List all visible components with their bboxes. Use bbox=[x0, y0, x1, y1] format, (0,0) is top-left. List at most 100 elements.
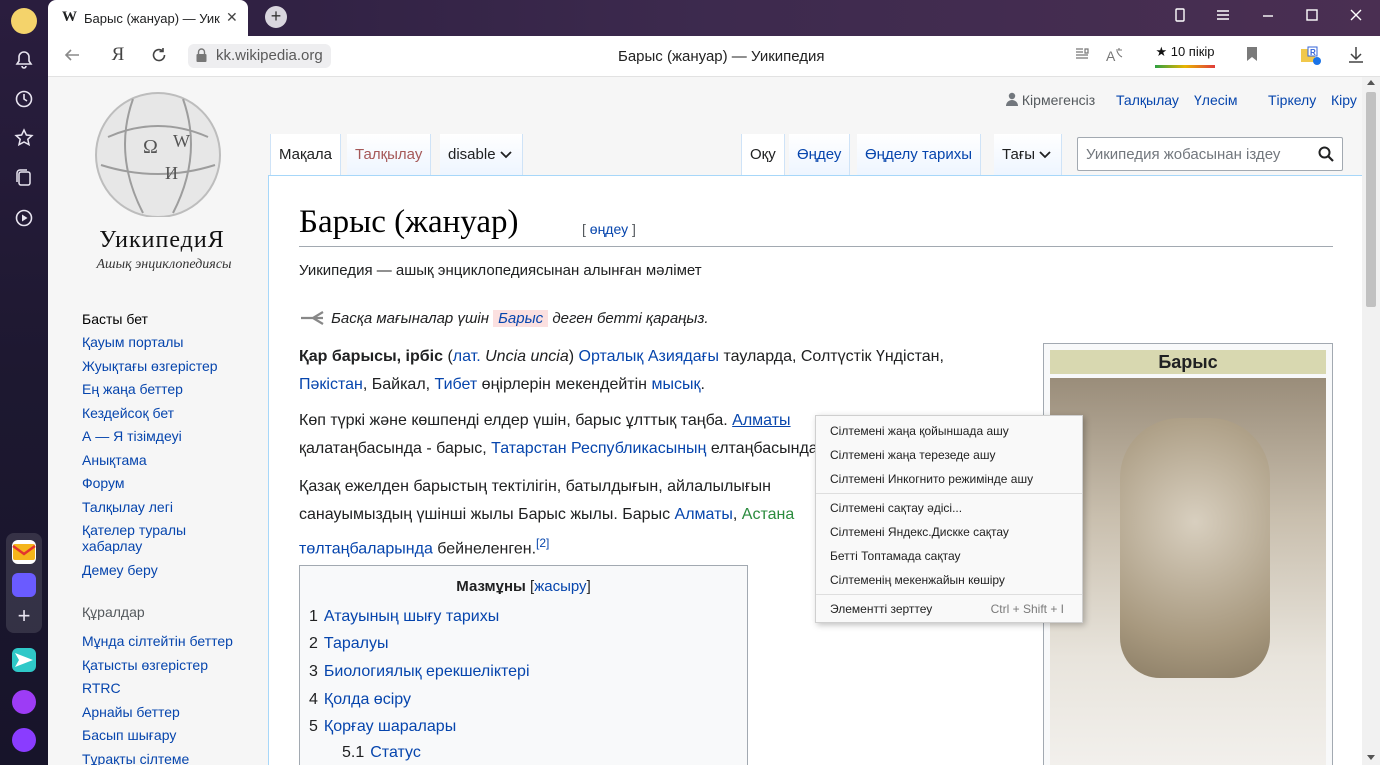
yandex-logo[interactable]: Я bbox=[107, 44, 129, 66]
link-tibet[interactable]: Тибет bbox=[435, 376, 478, 393]
menu-save-link-as[interactable]: Сілтемені сақтау әдісі... bbox=[830, 501, 1076, 515]
hatnote-link[interactable]: Барыс bbox=[493, 310, 549, 327]
toc-hide-link[interactable]: жасыру bbox=[534, 578, 586, 595]
snow-leopard-image[interactable] bbox=[1050, 378, 1326, 765]
new-tab-button[interactable]: + bbox=[265, 6, 287, 28]
tab-history[interactable]: Өңделу тарихы bbox=[857, 134, 982, 175]
close-tab-icon[interactable]: ✕ bbox=[226, 9, 238, 26]
nav-community-portal[interactable]: Қауым порталы bbox=[82, 334, 183, 350]
wikipedia-logo[interactable]: Ω W И УикипедиЯ Ашық энциклопедиясы bbox=[73, 87, 243, 272]
hatnote-post: деген бетті қараңыз. bbox=[552, 310, 709, 327]
tab-variant[interactable]: disable bbox=[440, 134, 523, 175]
tool-print[interactable]: Басып шығару bbox=[82, 727, 176, 743]
toc-link[interactable]: Атауының шығу тарихы bbox=[324, 608, 499, 625]
reader-mode-icon[interactable] bbox=[1071, 46, 1093, 67]
menu-copy-link-address[interactable]: Сілтеменің мекенжайын көшіру bbox=[830, 573, 1076, 587]
tab-talk[interactable]: Талқылау bbox=[347, 134, 432, 175]
link-latin[interactable]: лат. bbox=[453, 348, 481, 365]
menu-open-incognito[interactable]: Сілтемені Инкогнито режимінде ашу bbox=[830, 472, 1076, 486]
profile-avatar[interactable] bbox=[11, 8, 37, 34]
toc-link[interactable]: Қорғау шаралары bbox=[324, 718, 456, 735]
send-app-icon[interactable] bbox=[12, 648, 36, 672]
tool-rtrc[interactable]: RTRC bbox=[82, 680, 121, 696]
nav-a-z-index[interactable]: А — Я тізімдеуі bbox=[82, 428, 182, 444]
reload-icon[interactable] bbox=[148, 46, 170, 69]
scroll-thumb[interactable] bbox=[1366, 92, 1376, 307]
tab-article[interactable]: Мақала bbox=[270, 134, 342, 175]
link-almaty[interactable]: Алматы bbox=[732, 412, 790, 429]
menu-open-new-tab[interactable]: Сілтемені жаңа қойыншада ашу bbox=[830, 424, 1076, 438]
nav-main-page[interactable]: Басты бет bbox=[82, 311, 148, 327]
bookmarks-icon[interactable] bbox=[12, 128, 36, 152]
nav-forum[interactable]: Форум bbox=[82, 475, 125, 491]
toc-link[interactable]: Статус bbox=[370, 744, 421, 761]
minimize-icon[interactable] bbox=[1258, 8, 1278, 25]
menu-save-to-collection[interactable]: Бетті Топтамада сақтау bbox=[830, 549, 1076, 563]
scroll-up-icon[interactable] bbox=[1367, 80, 1375, 85]
leopard-shape bbox=[1120, 418, 1270, 678]
search-icon[interactable] bbox=[1318, 146, 1334, 162]
mail-app-icon[interactable] bbox=[12, 540, 36, 564]
back-icon[interactable] bbox=[61, 46, 83, 69]
edit-link[interactable]: өңдеу bbox=[590, 221, 628, 237]
close-window-icon[interactable] bbox=[1346, 8, 1366, 25]
notifications-icon[interactable] bbox=[12, 50, 36, 74]
bookmark-icon[interactable] bbox=[1241, 46, 1263, 67]
nav-discussion-feed[interactable]: Талқылау легі bbox=[82, 499, 173, 515]
nav-report-errors[interactable]: Қателер туралы bbox=[82, 522, 186, 538]
link-central-asia[interactable]: Орталық Азиядағы bbox=[579, 348, 720, 365]
link-astana[interactable]: Астана bbox=[742, 506, 794, 523]
url-field[interactable]: kk.wikipedia.org bbox=[188, 44, 331, 68]
menu-inspect-element[interactable]: Элементті зерттеу Ctrl + Shift + I bbox=[830, 602, 1076, 616]
toc-link[interactable]: Қолда өсіру bbox=[324, 691, 411, 708]
link-pakistan[interactable]: Пәкістан bbox=[299, 376, 363, 393]
translate-icon[interactable]: A bbox=[1103, 46, 1125, 67]
search-input[interactable]: Уикипедия жобасынан іздеу bbox=[1077, 137, 1343, 171]
toc-link[interactable]: Таралуы bbox=[324, 635, 389, 652]
page-scrollbar[interactable] bbox=[1362, 77, 1380, 765]
tab-read[interactable]: Оқу bbox=[741, 134, 785, 175]
nav-random-page[interactable]: Кездейсоқ бет bbox=[82, 405, 174, 421]
toc-title: Мазмұны bbox=[456, 578, 526, 595]
link-tatarstan[interactable]: Татарстан Республикасының bbox=[491, 440, 706, 457]
nav-report-errors-line2[interactable]: хабарлау bbox=[82, 538, 142, 554]
reference-2[interactable]: [2] bbox=[536, 536, 549, 550]
svg-text:И: И bbox=[165, 163, 178, 183]
tool-permanent-link[interactable]: Тұрақты сілтеме bbox=[82, 751, 189, 765]
nav-new-pages[interactable]: Ең жаңа беттер bbox=[82, 381, 183, 397]
tab-edit[interactable]: Өңдеу bbox=[789, 134, 851, 175]
nav-donate[interactable]: Демеу беру bbox=[82, 562, 158, 578]
site-reviews-badge[interactable]: ★ 10 пікір bbox=[1153, 42, 1217, 68]
browser-tab[interactable]: W Барыс (жануар) — Уикипедия ✕ bbox=[48, 0, 248, 36]
menu-icon[interactable] bbox=[1213, 8, 1233, 25]
link-cat[interactable]: мысық bbox=[651, 376, 700, 393]
p3-l3-text: бейнеленген. bbox=[432, 540, 537, 558]
nav-help[interactable]: Анықтама bbox=[82, 452, 147, 468]
create-account-link[interactable]: Тіркелу bbox=[1268, 92, 1316, 108]
link-emblems[interactable]: төлтаңбаларында bbox=[299, 540, 433, 557]
link-almaty-2[interactable]: Алматы bbox=[675, 506, 733, 523]
collections-icon[interactable] bbox=[12, 168, 36, 192]
tab-more[interactable]: Тағы bbox=[994, 134, 1063, 175]
history-icon[interactable] bbox=[12, 89, 36, 113]
scroll-down-icon[interactable] bbox=[1367, 755, 1375, 760]
tab-menu-icon[interactable] bbox=[1170, 8, 1190, 25]
toc-link[interactable]: Биологиялық ерекшеліктері bbox=[324, 663, 530, 680]
tool-related-changes[interactable]: Қатысты өзгерістер bbox=[82, 657, 208, 673]
tool-special-pages[interactable]: Арнайы беттер bbox=[82, 704, 180, 720]
tool-what-links-here[interactable]: Мұнда сілтейтін беттер bbox=[82, 633, 233, 649]
messenger-app-icon[interactable] bbox=[12, 573, 36, 597]
menu-save-to-disk[interactable]: Сілтемені Яндекс.Дискке сақтау bbox=[830, 525, 1076, 539]
alice-app-icon[interactable] bbox=[12, 690, 36, 714]
login-link[interactable]: Кіру bbox=[1331, 92, 1357, 108]
menu-open-new-window[interactable]: Сілтемені жаңа терезеде ашу bbox=[830, 448, 1076, 462]
user-talk-link[interactable]: Талқылау bbox=[1116, 92, 1179, 108]
assistant-app-icon[interactable] bbox=[12, 728, 36, 752]
nav-recent-changes[interactable]: Жуықтағы өзгерістер bbox=[82, 358, 218, 374]
video-icon[interactable] bbox=[12, 208, 36, 232]
extension-icon[interactable]: R bbox=[1300, 46, 1322, 71]
maximize-icon[interactable] bbox=[1302, 8, 1322, 25]
user-contributions-link[interactable]: Үлесім bbox=[1194, 92, 1237, 108]
downloads-icon[interactable] bbox=[1345, 46, 1367, 69]
add-app-icon[interactable]: + bbox=[12, 604, 36, 628]
